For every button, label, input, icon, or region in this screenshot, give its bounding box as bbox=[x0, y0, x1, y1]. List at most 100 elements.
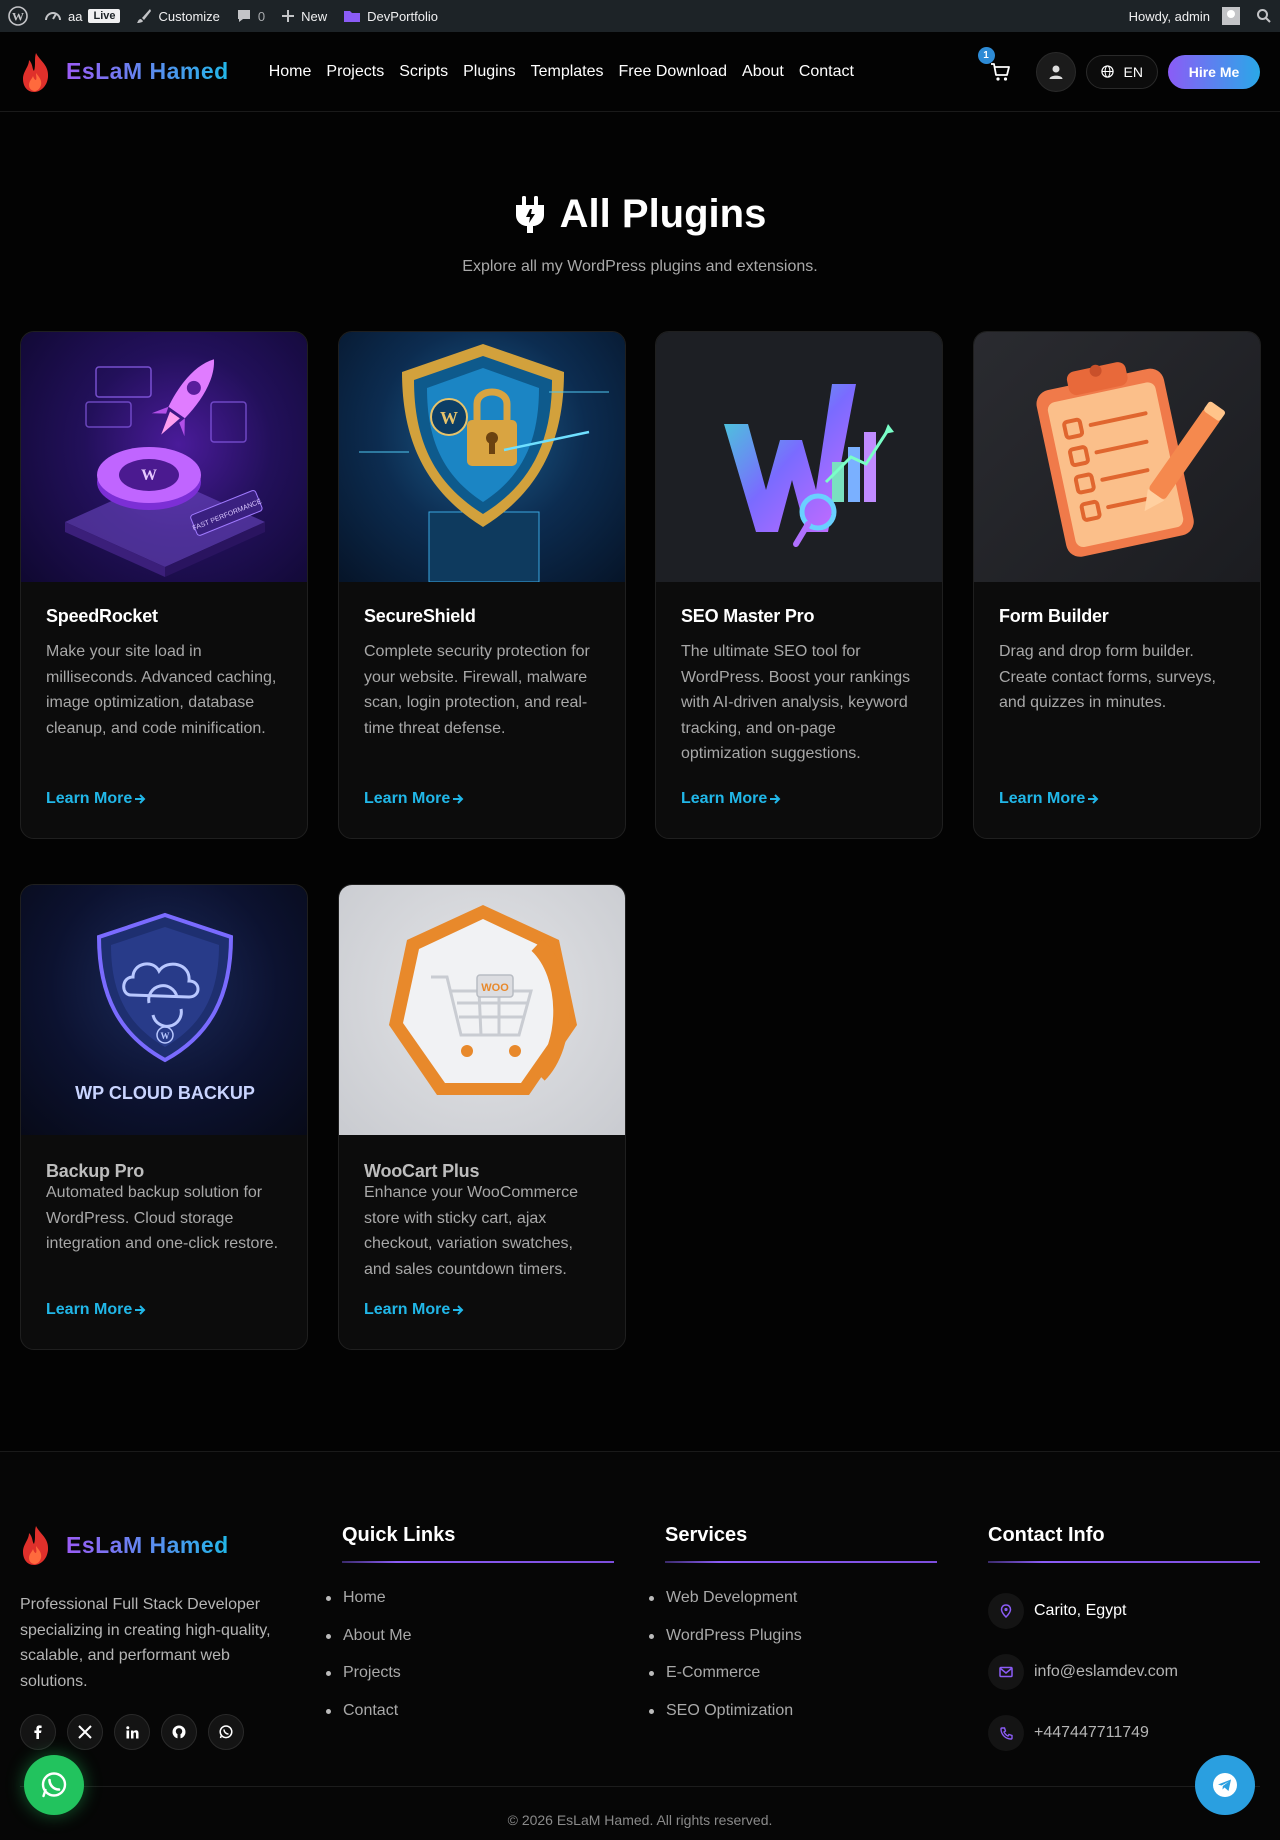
learn-more-link[interactable]: Learn More bbox=[46, 1301, 146, 1319]
plugin-card-speedrocket[interactable]: W FAST PERFORMANCE SpeedRocket Make your… bbox=[20, 331, 308, 839]
admin-avatar bbox=[1222, 7, 1240, 25]
service-ecommerce[interactable]: E-Commerce bbox=[665, 1664, 937, 1702]
plugin-card-woocart-plus[interactable]: WOO WooCart Plus Enhance your WooCommerc… bbox=[338, 884, 626, 1350]
linkedin-link[interactable] bbox=[114, 1714, 150, 1750]
learn-more-label: Learn More bbox=[681, 790, 768, 807]
contact-phone[interactable]: +447447711749 bbox=[988, 1711, 1260, 1755]
nav-projects[interactable]: Projects bbox=[326, 63, 384, 81]
plugin-image-backup-pro: W WP CLOUD BACKUP bbox=[21, 885, 307, 1135]
learn-more-label: Learn More bbox=[46, 790, 133, 807]
telegram-icon bbox=[1213, 1773, 1237, 1797]
nav-contact[interactable]: Contact bbox=[799, 63, 854, 81]
plugin-card-backup-pro[interactable]: W WP CLOUD BACKUP Backup Pro Automated b… bbox=[20, 884, 308, 1350]
admin-search-button[interactable] bbox=[1248, 0, 1280, 32]
telegram-floating-button[interactable] bbox=[1195, 1755, 1255, 1815]
service-wordpress-plugins[interactable]: WordPress Plugins bbox=[665, 1627, 937, 1665]
footer-link-home[interactable]: Home bbox=[342, 1589, 614, 1627]
page-title: All Plugins bbox=[0, 192, 1280, 237]
devportfolio-link[interactable]: DevPortfolio bbox=[335, 0, 446, 32]
phone-icon bbox=[988, 1715, 1024, 1751]
section-underline bbox=[342, 1561, 614, 1563]
learn-more-label: Learn More bbox=[999, 790, 1086, 807]
plugin-card-secureshield[interactable]: W SecureShield Complete security protect… bbox=[338, 331, 626, 839]
service-web-development[interactable]: Web Development bbox=[665, 1589, 937, 1627]
learn-more-link[interactable]: Learn More bbox=[681, 790, 781, 808]
search-icon bbox=[1257, 9, 1271, 23]
whatsapp-floating-button[interactable] bbox=[24, 1755, 84, 1815]
footer-contact-info: Contact Info Carito, Egypt info@eslamdev… bbox=[988, 1524, 1260, 1772]
service-seo[interactable]: SEO Optimization bbox=[665, 1702, 937, 1740]
customize-link[interactable]: Customize bbox=[128, 0, 227, 32]
facebook-icon bbox=[34, 1725, 42, 1739]
site-logo[interactable]: EsLaM Hamed bbox=[20, 51, 229, 93]
learn-more-link[interactable]: Learn More bbox=[46, 790, 146, 808]
language-label: EN bbox=[1123, 63, 1143, 80]
nav-templates[interactable]: Templates bbox=[531, 63, 604, 81]
comment-icon bbox=[237, 10, 250, 22]
customize-label: Customize bbox=[158, 8, 220, 24]
svg-text:W: W bbox=[12, 10, 24, 24]
footer-link-about[interactable]: About Me bbox=[342, 1627, 614, 1665]
learn-more-link[interactable]: Learn More bbox=[364, 790, 464, 808]
hire-me-button[interactable]: Hire Me bbox=[1168, 54, 1260, 89]
site-header: EsLaM Hamed Home Projects Scripts Plugin… bbox=[0, 32, 1280, 112]
facebook-link[interactable] bbox=[20, 1714, 56, 1750]
plugin-description: Enhance your WooCommerce store with stic… bbox=[364, 1184, 579, 1278]
cart-badge-illustration: WOO bbox=[389, 905, 577, 1095]
wp-cloud-backup-label: WP CLOUD BACKUP bbox=[75, 1083, 255, 1103]
copyright: © 2026 EsLaM Hamed. All rights reserved. bbox=[507, 1812, 773, 1828]
rocket-illustration: W FAST PERFORMANCE bbox=[65, 359, 265, 577]
admin-bar: W aa Live Customize 0 New DevPortfolio H… bbox=[0, 0, 1280, 32]
footer-link-contact[interactable]: Contact bbox=[342, 1702, 614, 1740]
nav-free-download[interactable]: Free Download bbox=[619, 63, 728, 81]
footer-logo[interactable]: EsLaM Hamed bbox=[20, 1524, 229, 1566]
learn-more-link[interactable]: Learn More bbox=[364, 1301, 464, 1319]
cart-icon bbox=[990, 62, 1010, 81]
nav-home[interactable]: Home bbox=[269, 63, 312, 81]
contact-email[interactable]: info@eslamdev.com bbox=[988, 1650, 1260, 1694]
learn-more-link[interactable]: Learn More bbox=[999, 790, 1099, 808]
seo-chart-illustration bbox=[724, 384, 894, 547]
user-account-button[interactable] bbox=[1035, 51, 1076, 92]
envelope-icon bbox=[988, 1654, 1024, 1690]
page-subtitle: Explore all my WordPress plugins and ext… bbox=[462, 258, 818, 275]
footer-quick-links: Quick Links Home About Me Projects Conta… bbox=[342, 1524, 614, 1739]
main-nav: Home Projects Scripts Plugins Templates … bbox=[269, 63, 854, 81]
wordpress-logo-button[interactable]: W bbox=[0, 0, 36, 32]
language-switcher[interactable]: EN bbox=[1085, 54, 1158, 89]
x-twitter-icon bbox=[78, 1725, 92, 1739]
nav-scripts[interactable]: Scripts bbox=[399, 63, 448, 81]
site-name-link[interactable]: aa Live bbox=[36, 0, 128, 32]
my-account-link[interactable]: Howdy, admin bbox=[1121, 0, 1248, 32]
plugin-description: Automated backup solution for WordPress.… bbox=[46, 1184, 279, 1252]
svg-text:W: W bbox=[161, 1031, 170, 1041]
arrow-right-icon bbox=[453, 1305, 464, 1315]
nav-about[interactable]: About bbox=[742, 63, 784, 81]
arrow-right-icon bbox=[135, 1305, 146, 1315]
new-content-link[interactable]: New bbox=[273, 0, 335, 32]
whatsapp-social-link[interactable] bbox=[208, 1714, 244, 1750]
github-link[interactable] bbox=[161, 1714, 197, 1750]
site-name: aa bbox=[68, 8, 83, 24]
shield-lock-illustration: W bbox=[359, 344, 609, 582]
x-twitter-link[interactable] bbox=[67, 1714, 103, 1750]
plugin-card-form-builder[interactable]: Form Builder Drag and drop form builder.… bbox=[973, 331, 1261, 839]
comments-link[interactable]: 0 bbox=[228, 0, 273, 32]
svg-text:W: W bbox=[141, 467, 157, 484]
footer-bottom-divider bbox=[20, 1786, 1260, 1787]
footer-services: Services Web Development WordPress Plugi… bbox=[665, 1524, 937, 1739]
location-text: Carito, Egypt bbox=[1034, 1602, 1127, 1619]
nav-plugins[interactable]: Plugins bbox=[463, 63, 515, 81]
plus-icon bbox=[282, 10, 295, 22]
footer-link-projects[interactable]: Projects bbox=[342, 1664, 614, 1702]
plugin-card-seo-master-pro[interactable]: SEO Master Pro The ultimate SEO tool for… bbox=[655, 331, 943, 839]
cart-button[interactable]: 1 bbox=[977, 46, 1016, 87]
plugin-description: Complete security protection for your we… bbox=[364, 643, 590, 737]
page-title-text: All Plugins bbox=[559, 192, 767, 236]
devportfolio-label: DevPortfolio bbox=[367, 8, 438, 24]
map-pin-icon bbox=[988, 1593, 1024, 1629]
plugin-image-speedrocket: W FAST PERFORMANCE bbox=[21, 332, 307, 582]
whatsapp-icon bbox=[41, 1772, 67, 1798]
plugin-title: SecureShield bbox=[364, 606, 476, 626]
cart-count-badge: 1 bbox=[977, 46, 995, 64]
